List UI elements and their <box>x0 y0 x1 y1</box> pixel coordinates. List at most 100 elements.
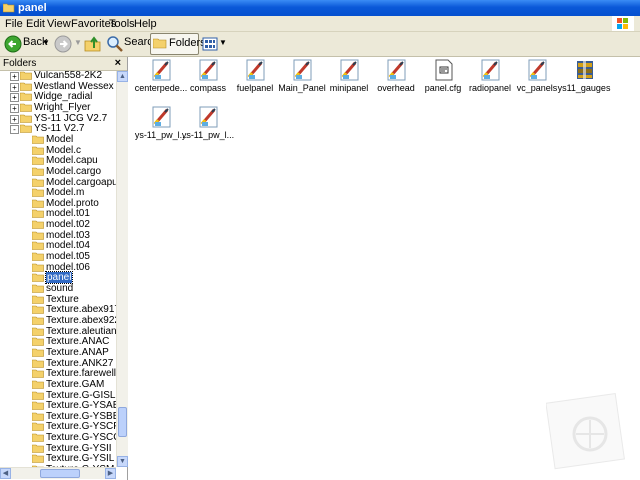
folder-icon <box>31 241 44 251</box>
folder-icon <box>19 103 32 112</box>
scroll-down-icon[interactable]: ▼ <box>117 456 128 467</box>
back-dropdown-icon[interactable]: ▼ <box>42 38 50 47</box>
menu-view[interactable]: View <box>47 18 71 30</box>
title-bar[interactable]: panel <box>0 0 640 16</box>
tree-item-label: Texture.G-YSCG <box>46 432 116 444</box>
forward-dropdown-icon[interactable]: ▼ <box>74 38 82 47</box>
bitmap-file-icon <box>293 59 313 81</box>
folder-icon <box>31 422 44 432</box>
bitmap-file-icon <box>152 106 172 128</box>
folder-icon <box>31 433 44 442</box>
folder-icon <box>31 369 44 378</box>
folder-icon <box>31 401 44 410</box>
bitmap-file-icon <box>340 59 360 81</box>
folder-icon <box>19 114 32 123</box>
horizontal-scrollbar[interactable]: ◀ ▶ <box>0 467 116 479</box>
tree-item-label: Texture.GAM <box>46 378 105 390</box>
tree-item-label: model.t06 <box>46 261 90 273</box>
tree-item-label: Widge_radial <box>34 91 93 103</box>
menu-help[interactable]: Help <box>134 18 157 30</box>
menu-edit[interactable]: Edit <box>26 18 45 30</box>
tree-item-label: Texture.abex922 <box>46 314 116 326</box>
expand-icon[interactable]: + <box>10 103 19 113</box>
close-icon[interactable]: × <box>115 57 121 69</box>
folder-icon <box>31 391 44 400</box>
folder-icon <box>31 156 44 165</box>
scroll-up-icon[interactable]: ▲ <box>117 71 128 82</box>
folder-icon <box>31 273 44 283</box>
menu-bar: File Edit View Favorites Tools Help <box>0 16 640 32</box>
collapse-icon[interactable]: - <box>10 125 19 135</box>
up-folder-icon[interactable] <box>84 34 102 54</box>
folders-pane-header: Folders × <box>0 57 127 71</box>
tree-item-label: Texture <box>46 293 79 305</box>
folder-icon <box>31 295 44 304</box>
folder-icon <box>31 263 44 272</box>
tree-item-label: Model.proto <box>46 197 99 209</box>
toolbar: Back ▼ ▼ Search Folders ▼ <box>0 32 640 57</box>
folder-icon <box>31 359 44 368</box>
tree-item-label: Texture.ANAP <box>46 346 109 358</box>
expand-icon[interactable]: + <box>10 93 19 103</box>
back-arrow-icon[interactable] <box>4 34 22 54</box>
bitmap-file-icon <box>199 106 219 128</box>
tree-item-label: Model <box>46 133 74 145</box>
expand-icon[interactable]: + <box>10 72 19 81</box>
tree-item-label: Texture.ANK27 <box>46 357 114 369</box>
folders-button-label: Folders <box>169 37 206 49</box>
tree-item-label: Vulcan558-2K2 <box>34 71 103 81</box>
folder-icon <box>31 231 44 240</box>
views-dropdown-icon[interactable]: ▼ <box>219 38 227 47</box>
tree-item-label: Model.cargoapu <box>46 176 116 188</box>
tree-item-label: model.t01 <box>46 208 90 220</box>
tree-item-label: Texture.abex917 <box>46 304 116 316</box>
views-icon[interactable] <box>202 34 218 54</box>
horizontal-scrollbar-thumb[interactable] <box>40 469 80 478</box>
expand-icon[interactable]: + <box>10 82 19 92</box>
scroll-left-icon[interactable]: ◀ <box>0 468 11 479</box>
folder-icon <box>31 337 44 347</box>
tree-item-label: Texture.farewell <box>46 368 116 380</box>
folders-pane: Folders × + Vulcan558-2K2 + Westland Wessex… <box>0 57 128 480</box>
tree-item-label: Texture.G-YSBB <box>46 410 116 422</box>
folders-icon <box>153 38 167 49</box>
menu-file[interactable]: File <box>5 18 23 30</box>
tree-item-label: Texture.aleutian <box>46 325 116 337</box>
file-item[interactable]: ys11_gauges <box>558 59 610 95</box>
tree-item-label: model.t03 <box>46 229 90 241</box>
bitmap-file-icon <box>387 59 407 81</box>
folder-icon <box>3 3 15 13</box>
folder-icon <box>31 284 44 293</box>
folder-icon <box>19 71 32 80</box>
folder-icon <box>31 305 44 315</box>
menu-tools[interactable]: Tools <box>109 18 135 30</box>
folder-icon <box>31 444 44 453</box>
vertical-scrollbar[interactable]: ▲ ▼ <box>116 71 128 467</box>
folder-icon <box>19 82 32 91</box>
folders-button[interactable]: Folders <box>150 33 206 55</box>
forward-arrow-icon[interactable] <box>54 34 72 54</box>
search-icon[interactable] <box>106 34 124 54</box>
folder-icon <box>31 209 44 219</box>
folder-icon <box>31 316 44 325</box>
scrollbar-thumb[interactable] <box>118 407 127 437</box>
folder-icon <box>31 135 44 144</box>
folder-icon <box>31 146 44 155</box>
tree-item-label: Texture.G-YSII <box>46 442 112 454</box>
tree-item-label: model.t05 <box>46 251 90 263</box>
bitmap-file-icon <box>481 59 501 81</box>
folder-icon <box>31 327 44 336</box>
folder-tree: + Vulcan558-2K2 + Westland Wessex (RAF) + Wid… <box>0 71 116 467</box>
folder-icon <box>31 412 44 421</box>
expand-icon[interactable]: + <box>10 114 19 124</box>
tree-item-label: Model.m <box>46 187 85 199</box>
file-item[interactable]: ys-11_pw_l... <box>182 106 234 142</box>
file-name: ys-11_pw_l... <box>181 130 235 140</box>
folder-icon <box>31 167 44 176</box>
scroll-right-icon[interactable]: ▶ <box>105 468 116 479</box>
config-file-icon <box>434 59 454 81</box>
folder-icon <box>31 178 44 187</box>
file-name: ys11_gauges <box>557 83 611 93</box>
tree-item-label: Model.capu <box>46 155 98 167</box>
tree-item-label: Model.c <box>46 144 82 156</box>
